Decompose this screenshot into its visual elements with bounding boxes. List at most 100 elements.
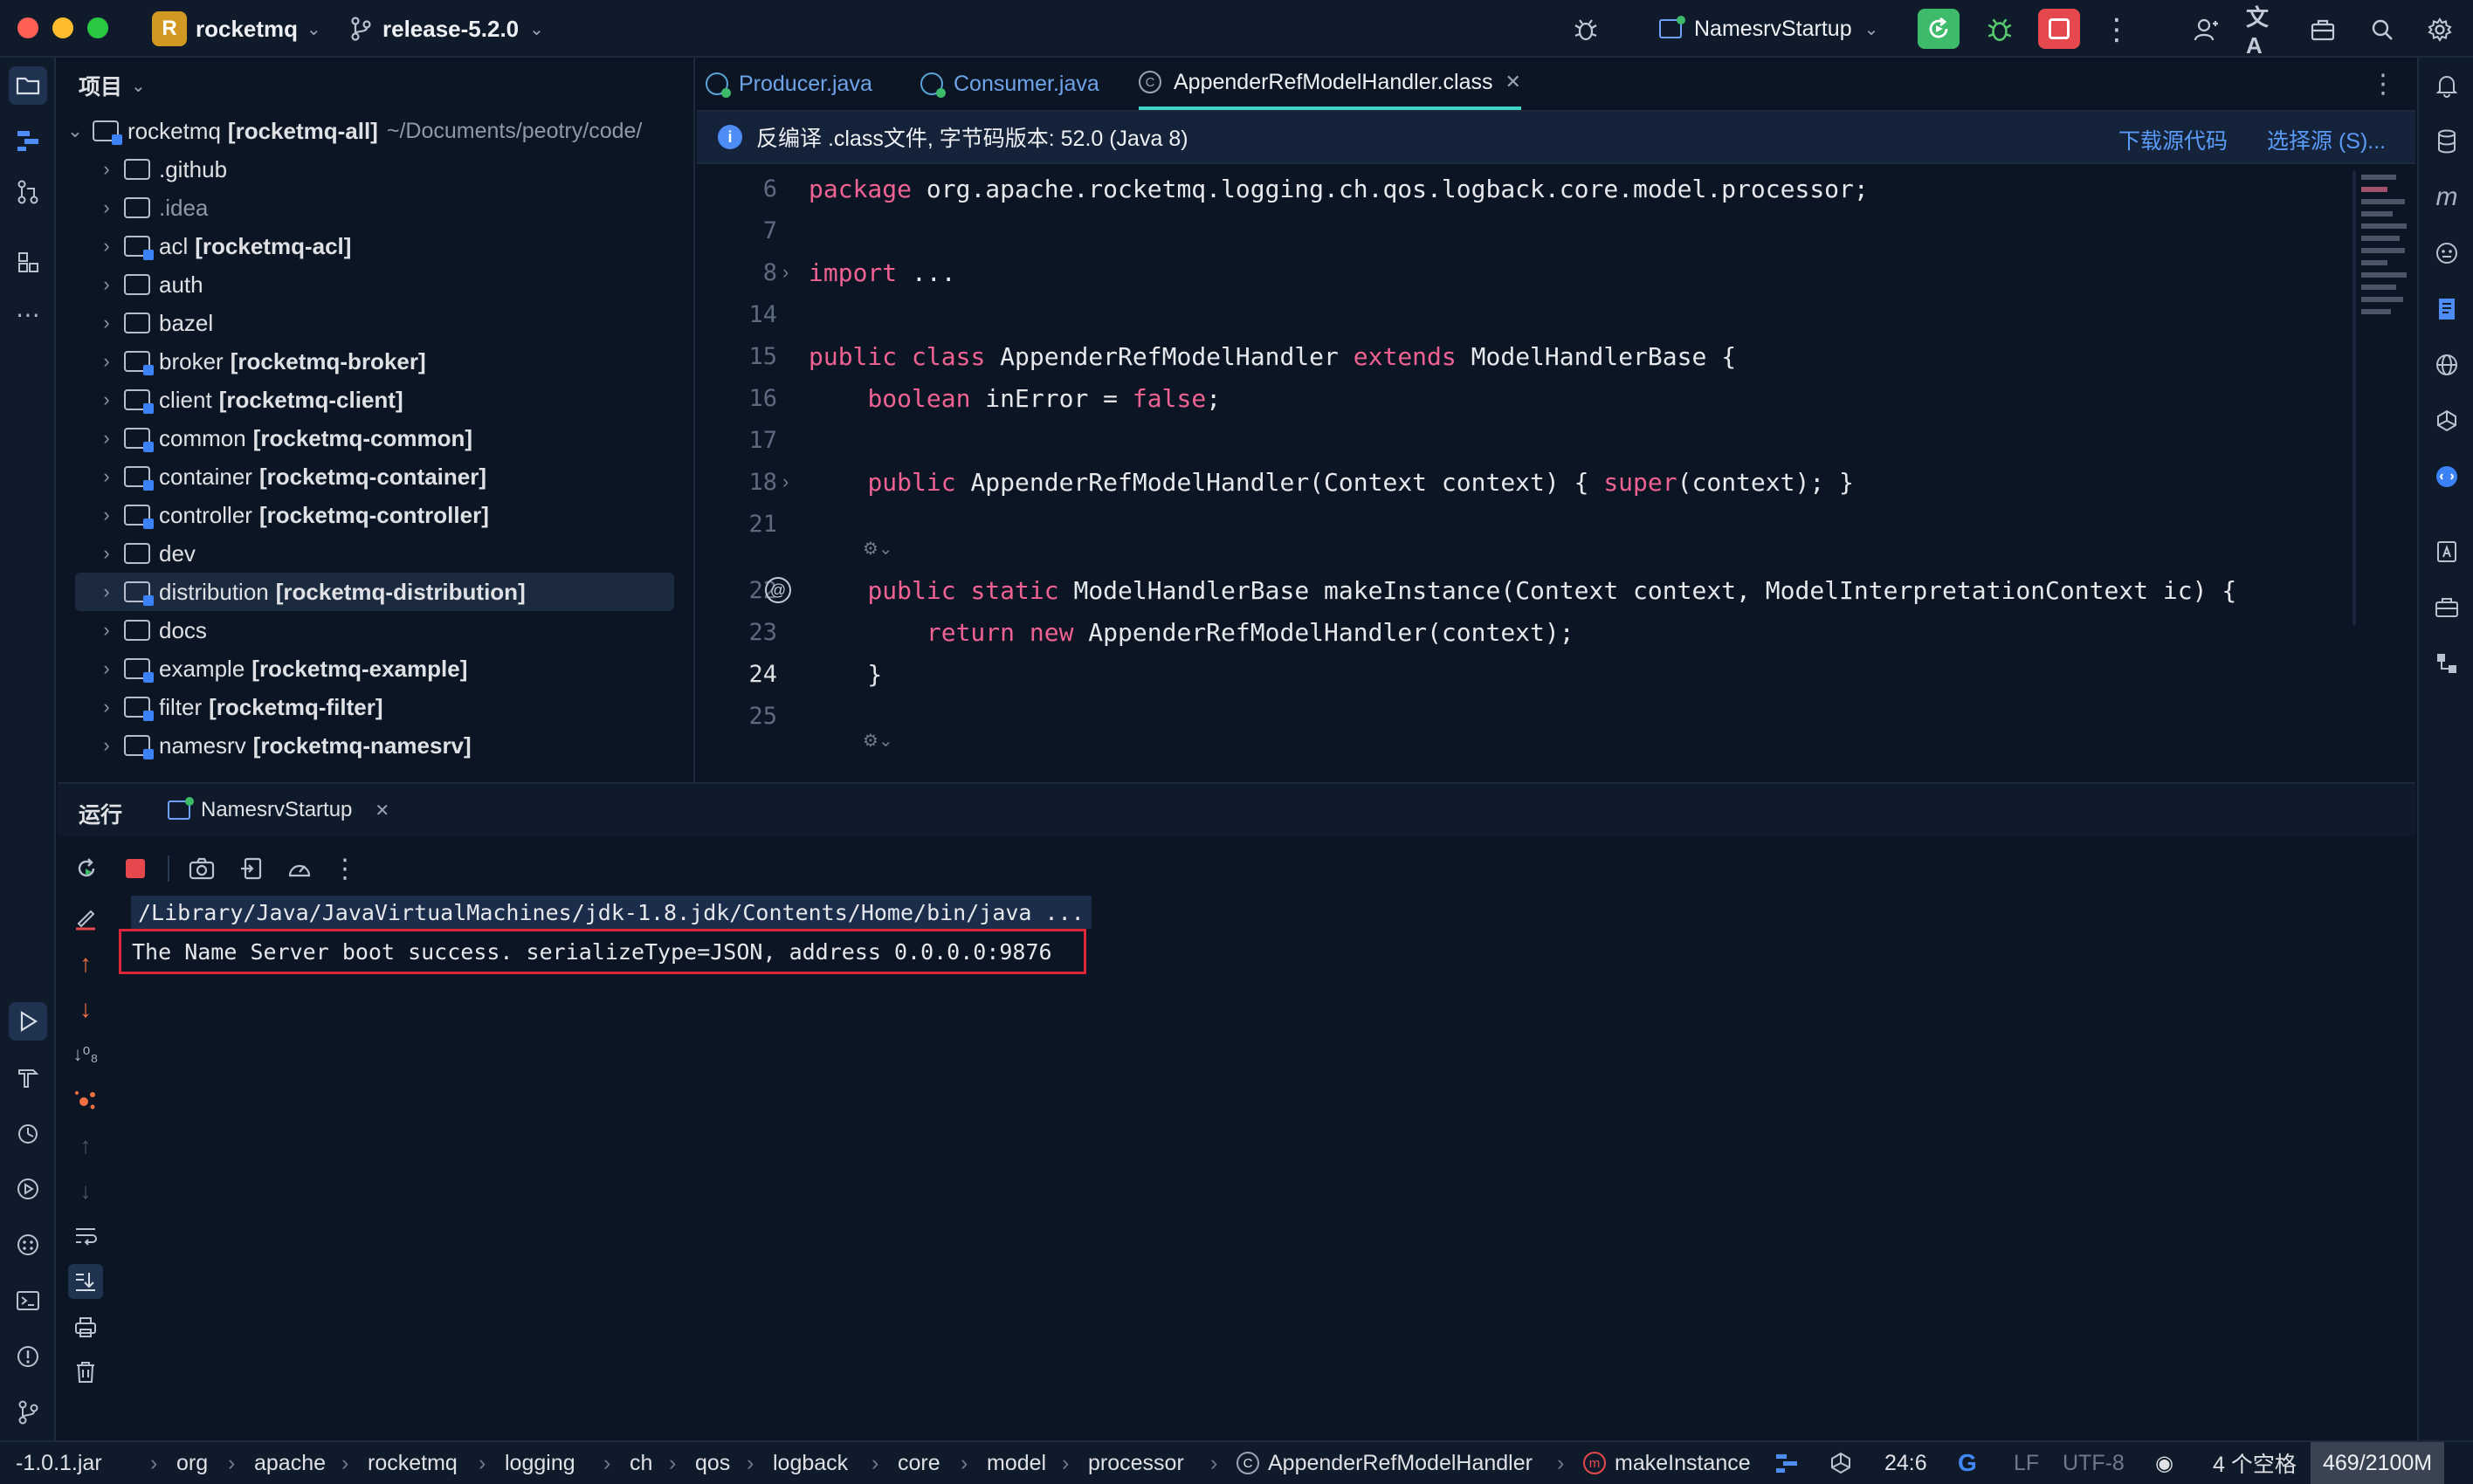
breadcrumb-item[interactable]: ch — [630, 1442, 652, 1484]
tree-item-idea[interactable]: › .idea — [58, 189, 693, 227]
annotation-gutter-icon[interactable]: @ — [765, 577, 791, 603]
inlay-hint-icon[interactable]: ⚙⌄ — [863, 538, 893, 560]
tab-consumer-java[interactable]: Consumer.java — [920, 58, 1099, 110]
project-folder-icon[interactable] — [9, 66, 47, 105]
problems-icon[interactable] — [9, 1337, 47, 1376]
chevron-right-icon[interactable]: › — [98, 619, 115, 642]
chevron-right-icon[interactable]: › — [98, 734, 115, 757]
breadcrumb-item[interactable]: logback — [773, 1442, 848, 1484]
stop-button[interactable] — [2038, 9, 2080, 49]
tree-item-acl[interactable]: › acl [rocketmq-acl] — [58, 227, 693, 265]
zoom-window-button[interactable] — [87, 17, 108, 38]
breadcrumb-item[interactable]: core — [898, 1442, 940, 1484]
chevron-right-icon[interactable]: › — [98, 196, 115, 219]
more-tabs-icon[interactable]: ⋮ — [2370, 66, 2396, 101]
console-command-line[interactable]: /Library/Java/JavaVirtualMachines/jdk-1.… — [131, 896, 1092, 929]
notifications-bell-icon[interactable] — [2428, 66, 2466, 105]
project-view-selector[interactable]: 项目 ⌄ — [79, 70, 146, 101]
soft-wrap-icon[interactable] — [68, 1219, 103, 1254]
breadcrumb-item[interactable]: logging — [505, 1442, 575, 1484]
rerun-icon[interactable] — [70, 852, 103, 885]
problems-dots-icon[interactable] — [9, 1226, 47, 1264]
inlay-hint-icon[interactable]: ⚙⌄ — [863, 730, 893, 752]
run-tool-icon[interactable] — [9, 1002, 47, 1041]
caret-position[interactable]: 24:6 — [1884, 1442, 1927, 1484]
graph-nodes-icon[interactable] — [68, 1082, 103, 1117]
download-sources-link[interactable]: 下载源代码 — [2118, 124, 2228, 155]
chevron-right-icon[interactable]: › — [98, 312, 115, 334]
debug-bug-icon[interactable] — [1568, 12, 1603, 47]
more-vertical-icon[interactable]: ⋮ — [332, 852, 358, 885]
code-line[interactable]: 17 — [697, 419, 2415, 461]
structure-status-icon[interactable] — [1769, 1447, 1804, 1479]
breadcrumb-item[interactable]: rocketmq — [368, 1442, 458, 1484]
chevron-right-icon[interactable]: › — [98, 657, 115, 680]
chevron-right-icon[interactable]: › — [98, 235, 115, 258]
code-line[interactable]: 25 — [697, 695, 2415, 737]
chevron-right-icon[interactable]: › — [98, 696, 115, 718]
arrow-up-icon[interactable]: ↑ — [68, 946, 103, 981]
choose-sources-link[interactable]: 选择源 (S)... — [2267, 124, 2386, 155]
services-icon[interactable] — [9, 1170, 47, 1208]
profiler-icon[interactable] — [9, 1114, 47, 1152]
settings-gear-icon[interactable] — [2421, 10, 2459, 49]
tree-item-dev[interactable]: › dev — [58, 534, 693, 573]
tree-root-row[interactable]: ⌄ rocketmq [rocketmq-all] ~/Documents/pe… — [58, 112, 693, 150]
breadcrumb-item[interactable]: org — [176, 1442, 208, 1484]
more-vertical-icon[interactable]: ⋮ — [2101, 10, 2132, 49]
code-line[interactable]: 7 — [697, 210, 2415, 251]
commit-icon[interactable] — [9, 173, 47, 211]
plugins-icon[interactable] — [9, 243, 47, 281]
chevron-right-icon[interactable]: › — [98, 273, 115, 296]
endpoints-icon[interactable] — [2428, 234, 2466, 272]
debug-button[interactable] — [1980, 10, 2019, 49]
tree-item-docs[interactable]: › docs — [58, 611, 693, 649]
breadcrumb-item[interactable]: AppenderRefModelHandler — [1268, 1442, 1533, 1484]
document-icon[interactable] — [2428, 290, 2466, 328]
tree-item-filter[interactable]: › filter [rocketmq-filter] — [58, 688, 693, 726]
more-tools-icon[interactable]: ⋯ — [9, 295, 47, 333]
indent-setting[interactable]: 4 个空格 — [2213, 1442, 2297, 1484]
tree-item-example[interactable]: › example [rocketmq-example] — [58, 649, 693, 688]
vertical-scrollbar[interactable] — [2352, 171, 2356, 625]
chevron-right-icon[interactable]: › — [98, 388, 115, 411]
chevron-right-icon[interactable]: › — [98, 427, 115, 450]
google-icon[interactable]: G — [1958, 1442, 1977, 1484]
code-line[interactable]: 16 boolean inError = false; — [697, 377, 2415, 419]
breadcrumb-item[interactable]: qos — [695, 1442, 730, 1484]
code-line[interactable]: 24 } — [697, 653, 2415, 695]
branch-switcher[interactable]: release-5.2.0 ⌄ — [349, 10, 544, 47]
chevron-right-icon[interactable]: › — [98, 158, 115, 181]
structure-icon[interactable] — [9, 120, 47, 159]
chevron-right-icon[interactable]: › — [98, 504, 115, 526]
login-restore-icon[interactable] — [234, 852, 267, 885]
breadcrumb-item[interactable]: apache — [254, 1442, 326, 1484]
sort-numeric-icon[interactable]: ↓⁰₈ — [68, 1037, 103, 1072]
fold-chevron-icon[interactable]: › — [782, 261, 789, 284]
code-line[interactable]: 21 — [697, 503, 2415, 545]
chevron-right-icon[interactable]: › — [98, 581, 115, 603]
gauge-icon[interactable] — [283, 852, 316, 885]
code-line[interactable]: 14 — [697, 293, 2415, 335]
run-tab-namesrvstartup[interactable]: NamesrvStartup ✕ — [168, 793, 389, 828]
code-area[interactable]: 6 package org.apache.rocketmq.logging.ch.… — [697, 164, 2415, 782]
bookmarks-icon[interactable] — [2428, 532, 2466, 571]
code-line[interactable]: 23 return new AppenderRefModelHandler(co… — [697, 611, 2415, 653]
code-line[interactable]: 18 public AppenderRefModelHandler(Contex… — [697, 461, 2415, 503]
web-globe-icon[interactable] — [2428, 346, 2466, 384]
breadcrumb-item[interactable]: makeInstance — [1615, 1442, 1751, 1484]
breadcrumb-item[interactable]: -1.0.1.jar — [16, 1442, 102, 1484]
ai-assistant-icon[interactable] — [2428, 402, 2466, 440]
close-tab-icon[interactable]: ✕ — [1505, 71, 1521, 93]
memory-indicator[interactable]: 469/2100M — [2311, 1442, 2445, 1484]
breadcrumb-item[interactable]: model — [987, 1442, 1046, 1484]
stop-icon[interactable] — [119, 852, 152, 885]
tab-appenderrefmodelhandler-class[interactable]: C AppenderRefModelHandler.class ✕ — [1139, 58, 1521, 110]
tree-item-auth[interactable]: › auth — [58, 265, 693, 304]
close-window-button[interactable] — [17, 17, 38, 38]
ai-status-icon[interactable] — [1823, 1447, 1858, 1479]
search-icon[interactable] — [2363, 10, 2401, 49]
build-hammer-icon[interactable] — [9, 1058, 47, 1096]
tree-item-broker[interactable]: › broker [rocketmq-broker] — [58, 342, 693, 381]
file-encoding[interactable]: UTF-8 — [2063, 1442, 2125, 1484]
